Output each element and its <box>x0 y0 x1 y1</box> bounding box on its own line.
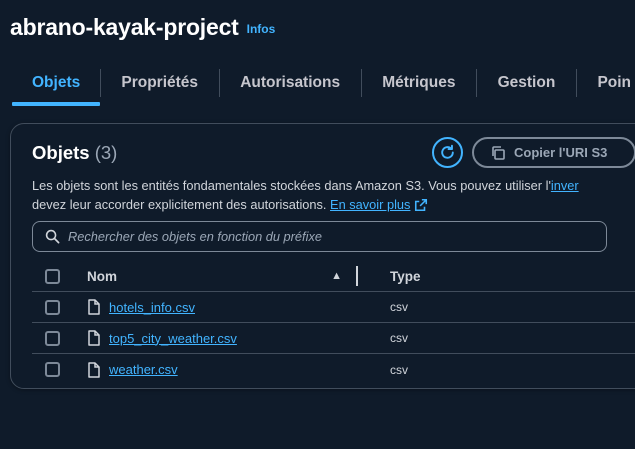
copy-s3-uri-button[interactable]: Copier l'URI S3 <box>472 137 635 168</box>
object-name-cell: hotels_info.csv <box>87 299 376 315</box>
table-header-row: Nom ▲ Type <box>32 261 635 292</box>
object-name-cell: top5_city_weather.csv <box>87 330 376 346</box>
refresh-button[interactable] <box>432 137 463 168</box>
object-link[interactable]: weather.csv <box>109 362 178 377</box>
info-link[interactable]: Infos <box>247 22 276 36</box>
row-select-cell <box>32 330 87 346</box>
search-input[interactable] <box>68 229 588 244</box>
page-title: abrano-kayak-project <box>10 14 239 40</box>
table-row: top5_city_weather.csv csv <box>32 323 635 354</box>
search-box[interactable] <box>32 221 607 252</box>
sort-controls: ▲ <box>331 266 358 286</box>
object-link[interactable]: top5_city_weather.csv <box>109 331 237 346</box>
external-link-icon <box>415 198 428 211</box>
refresh-icon <box>441 144 454 159</box>
object-type-cell: csv <box>390 362 408 377</box>
object-type-cell: csv <box>390 331 408 345</box>
file-icon <box>87 361 101 378</box>
select-all-checkbox[interactable] <box>45 268 60 284</box>
row-select-cell <box>32 362 87 377</box>
row-checkbox[interactable] <box>45 362 60 377</box>
copy-icon <box>492 145 505 160</box>
inventory-link[interactable]: inver <box>551 178 579 193</box>
bucket-header: abrano-kayak-project Infos <box>10 14 275 41</box>
objects-count: (3) <box>94 142 118 163</box>
tab-autorisations[interactable]: Autorisations <box>219 66 361 100</box>
objects-table: Nom ▲ Type hotels_info.csv csv top5_city… <box>32 261 635 385</box>
tab-bar: Objets Propriétés Autorisations Métrique… <box>12 66 635 106</box>
description-text-2: devez leur accorder explicitement des au… <box>32 197 331 212</box>
learn-more-link[interactable]: En savoir plus <box>330 195 428 214</box>
name-column-label: Nom <box>87 268 117 284</box>
objects-panel: Objets (3) Copier l'URI S3 Les objets so… <box>10 123 635 389</box>
objects-description: Les objets sont les entités fondamentale… <box>32 176 635 214</box>
row-checkbox[interactable] <box>45 299 60 315</box>
objects-heading: Objets (3) <box>32 142 117 164</box>
column-resize-handle[interactable] <box>356 266 358 286</box>
tab-proprietes[interactable]: Propriétés <box>100 66 219 100</box>
row-checkbox[interactable] <box>45 330 60 346</box>
description-text-1: Les objets sont les entités fondamentale… <box>32 178 551 193</box>
tab-gestion[interactable]: Gestion <box>477 66 577 100</box>
name-column-header[interactable]: Nom ▲ <box>87 266 376 286</box>
object-name-cell: weather.csv <box>87 361 376 378</box>
table-row: hotels_info.csv csv <box>32 292 635 323</box>
select-all-cell <box>32 268 87 284</box>
object-link[interactable]: hotels_info.csv <box>109 300 195 315</box>
objects-heading-label: Objets <box>32 142 90 163</box>
table-row: weather.csv csv <box>32 354 635 385</box>
file-icon <box>87 330 101 346</box>
search-icon <box>45 229 60 244</box>
tab-objets[interactable]: Objets <box>12 66 101 106</box>
file-icon <box>87 299 101 315</box>
type-column-header[interactable]: Type <box>376 269 576 284</box>
object-type-cell: csv <box>390 300 408 314</box>
row-select-cell <box>32 299 87 315</box>
tab-metriques[interactable]: Métriques <box>361 66 476 100</box>
copy-s3-uri-label: Copier l'URI S3 <box>514 145 608 160</box>
learn-more-label: En savoir plus <box>330 197 411 212</box>
sort-ascending-icon[interactable]: ▲ <box>331 270 342 282</box>
tab-points[interactable]: Poin <box>576 66 635 100</box>
